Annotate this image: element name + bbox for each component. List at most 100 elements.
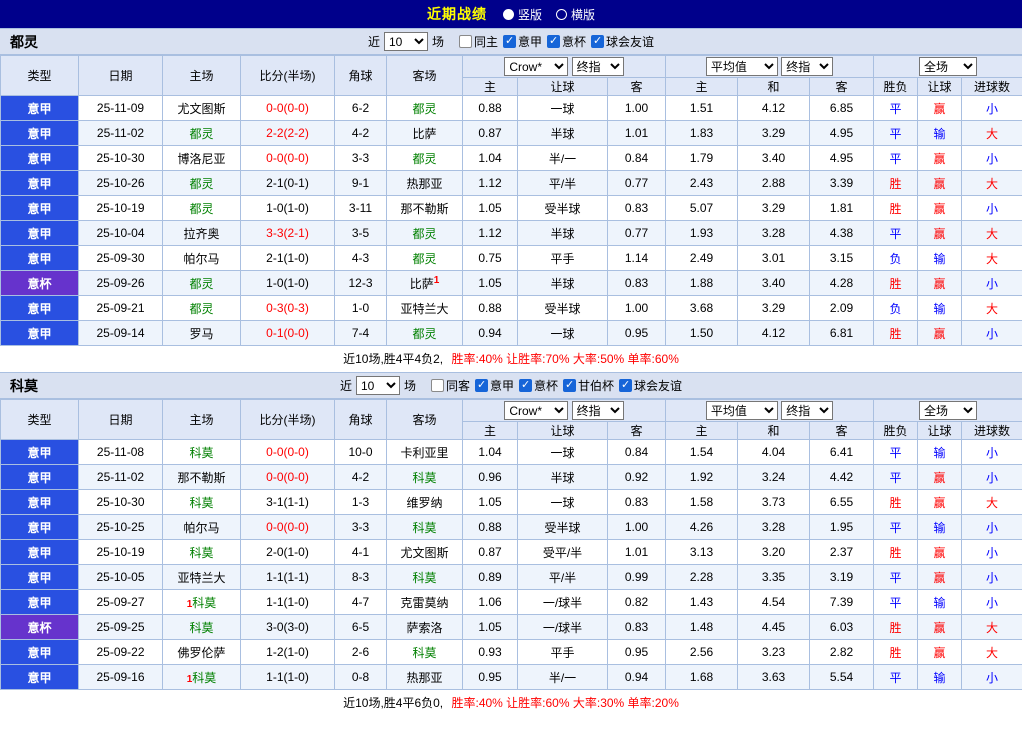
filter-checkbox[interactable]: 意杯 [547,33,586,50]
avg-company-select[interactable]: 平均值 [706,57,778,76]
avg-away-cell: 2.82 [810,640,874,665]
odds-final-select[interactable]: 终指 [572,401,624,420]
checkbox-unchecked-icon[interactable] [459,35,472,48]
filter-label: 球会友谊 [634,377,682,394]
home-team-cell: 科莫 [163,440,241,465]
checkbox-checked-icon[interactable] [475,379,488,392]
filter-checkbox[interactable]: 球会友谊 [591,33,654,50]
odds-handicap-cell: 一球 [518,321,608,346]
avg-final-select[interactable]: 终指 [781,57,833,76]
odds-handicap-cell: 受半球 [518,515,608,540]
filter-checkbox[interactable]: 甘伯杯 [563,377,614,394]
team-label: 博洛尼亚 [177,152,225,166]
top-bar: 近期战绩 竖版 横版 [0,0,1022,28]
odds-home-cell: 0.87 [463,121,518,146]
avg-final-select[interactable]: 终指 [781,401,833,420]
filter-label: 球会友谊 [606,33,654,50]
table-row: 意杯 25-09-26 都灵 1-0(1-0) 12-3 比萨1 1.05 半球… [1,271,1022,296]
col-date: 日期 [79,400,163,440]
home-team-cell: 帕尔马 [163,515,241,540]
score-cell: 1-1(1-1) [241,565,335,590]
avg-draw-cell: 3.28 [738,515,810,540]
league-cell: 意甲 [1,196,79,221]
table-row: 意甲 25-11-02 那不勒斯 0-0(0-0) 4-2 科莫 0.96 半球… [1,465,1022,490]
scope-select[interactable]: 全场 [919,57,977,76]
team-label: 都灵 [189,277,213,291]
team-label: 都灵 [412,102,436,116]
handicap-result-cell: 赢 [918,321,962,346]
team-label: 佛罗伦萨 [177,646,225,660]
table-row: 意甲 25-10-19 都灵 1-0(1-0) 3-11 那不勒斯 1.05 受… [1,196,1022,221]
checkbox-unchecked-icon[interactable] [431,379,444,392]
filter-label: 意甲 [518,33,542,50]
results-table: 类型 日期 主场 比分(半场) 角球 客场 Crow* 终指 平均值 终指 全场 [0,55,1022,346]
col-odds-home: 主 [463,422,518,440]
filter-checkbox[interactable]: 意甲 [475,377,514,394]
league-cell: 意甲 [1,440,79,465]
odds-away-cell: 0.99 [608,565,666,590]
avg-home-cell: 1.83 [666,121,738,146]
summary-rates: 胜率:40% 让胜率:70% 大率:50% 单率:60% [451,352,678,366]
handicap-result-cell: 赢 [918,615,962,640]
checkbox-checked-icon[interactable] [591,35,604,48]
team-label: 拉齐奥 [183,227,219,241]
team-label: 罗马 [189,327,213,341]
home-team-cell: 科莫 [163,490,241,515]
corner-cell: 3-3 [335,515,387,540]
home-team-cell: 科莫 [163,540,241,565]
filter-label: 甘伯杯 [578,377,614,394]
odds-company-select[interactable]: Crow* [504,401,568,420]
filter-checkbox[interactable]: 同主 [459,33,498,50]
goals-cell: 小 [962,540,1022,565]
date-cell: 25-10-26 [79,171,163,196]
checkbox-checked-icon[interactable] [503,35,516,48]
score-cell: 2-1(0-1) [241,171,335,196]
checkbox-checked-icon[interactable] [519,379,532,392]
odds-handicap-cell: 一/球半 [518,590,608,615]
summary-record: 近10场,胜4平6负0, [343,696,443,710]
scope-select[interactable]: 全场 [919,401,977,420]
score-cell: 0-1(0-0) [241,321,335,346]
away-team-cell: 热那亚 [387,665,463,690]
checkbox-checked-icon[interactable] [547,35,560,48]
horizontal-layout-radio[interactable]: 横版 [556,6,595,23]
vertical-layout-radio[interactable]: 竖版 [503,6,542,23]
games-count-select[interactable]: 10 [384,32,428,51]
league-cell: 意甲 [1,665,79,690]
avg-home-cell: 1.92 [666,465,738,490]
filter-checkbox[interactable]: 意甲 [503,33,542,50]
team-label: 都灵 [412,327,436,341]
filter-checkbox[interactable]: 意杯 [519,377,558,394]
away-team-cell: 科莫 [387,465,463,490]
result-cell: 胜 [874,271,918,296]
avg-company-select[interactable]: 平均值 [706,401,778,420]
filter-checkbox[interactable]: 球会友谊 [619,377,682,394]
unit-label: 场 [432,33,444,50]
odds-home-cell: 1.12 [463,221,518,246]
result-cell: 平 [874,221,918,246]
score-cell: 1-2(1-0) [241,640,335,665]
col-odds-handicap: 让球 [518,422,608,440]
filter-area: 近 10 场 同主意甲意杯球会友谊 [368,32,654,51]
odds-handicap-cell: 平手 [518,246,608,271]
result-cell: 负 [874,296,918,321]
col-corner: 角球 [335,56,387,96]
date-cell: 25-09-27 [79,590,163,615]
table-row: 意甲 25-11-08 科莫 0-0(0-0) 10-0 卡利亚里 1.04 一… [1,440,1022,465]
goals-cell: 小 [962,271,1022,296]
team-label: 科莫 [412,571,436,585]
odds-company-select[interactable]: Crow* [504,57,568,76]
odds-final-select[interactable]: 终指 [572,57,624,76]
odds-away-cell: 1.00 [608,96,666,121]
checkbox-checked-icon[interactable] [563,379,576,392]
date-cell: 25-10-19 [79,196,163,221]
filter-checkbox[interactable]: 同客 [431,377,470,394]
checkbox-checked-icon[interactable] [619,379,632,392]
near-label: 近 [340,377,352,394]
handicap-result-cell: 赢 [918,271,962,296]
avg-away-cell: 4.28 [810,271,874,296]
team-label: 那不勒斯 [400,202,448,216]
games-count-select[interactable]: 10 [356,376,400,395]
col-avg-away: 客 [810,422,874,440]
team-label: 热那亚 [406,671,442,685]
